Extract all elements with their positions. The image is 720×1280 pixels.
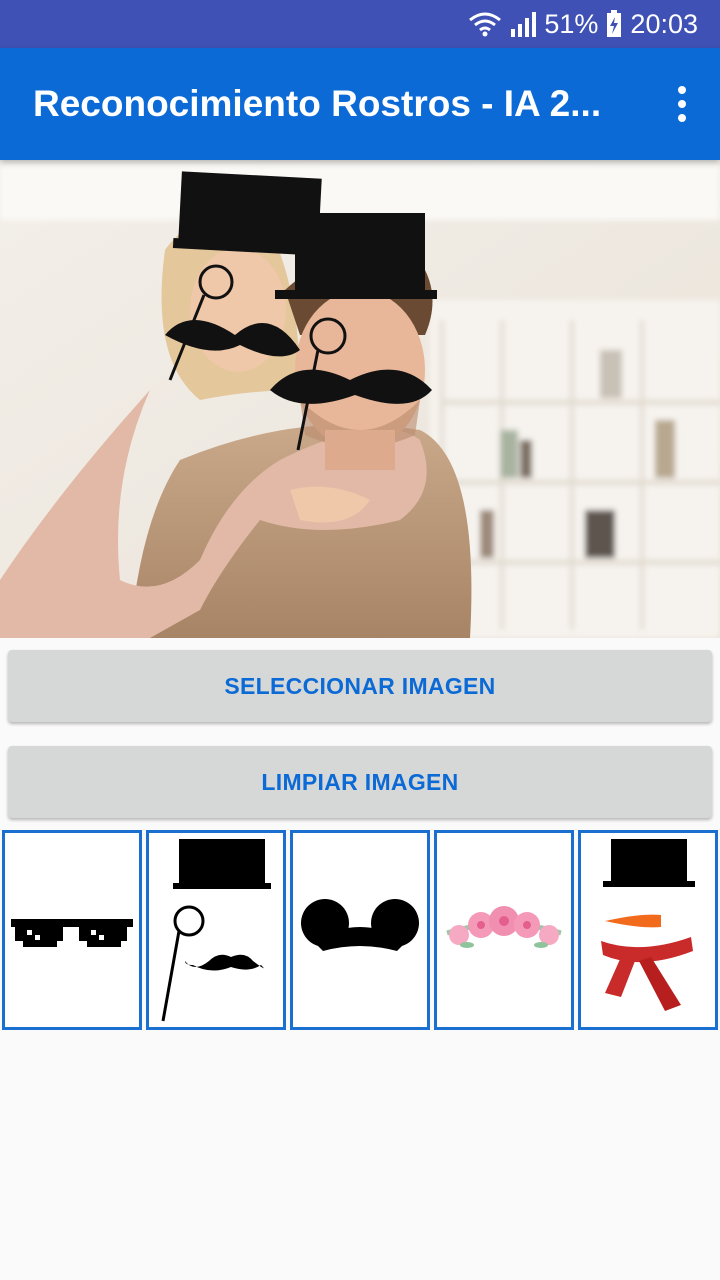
clock: 20:03 <box>630 8 698 39</box>
select-image-button[interactable]: SELECCIONAR IMAGEN <box>8 650 712 722</box>
wifi-icon <box>469 12 502 37</box>
filter-list <box>2 830 718 1030</box>
pixel-sunglasses-icon <box>11 919 133 947</box>
flower-crown-icon <box>446 906 562 948</box>
filter-mouse-ears[interactable] <box>290 830 430 1030</box>
filter-gentleman[interactable] <box>146 830 286 1030</box>
app-title: Reconocimiento Rostros - IA 2... <box>33 83 602 124</box>
battery-charging-icon <box>607 10 622 37</box>
status-bar: 51% 20:03 <box>0 0 720 48</box>
battery-percent: 51% <box>544 8 599 39</box>
app-bar: Reconocimiento Rostros - IA 2... <box>0 48 720 160</box>
filter-snowman[interactable] <box>578 830 718 1030</box>
preview-image <box>0 160 720 638</box>
more-vert-icon[interactable] <box>676 86 688 122</box>
filter-sunglasses[interactable] <box>2 830 142 1030</box>
mouse-ears-icon <box>301 899 419 951</box>
clear-image-button[interactable]: LIMPIAR IMAGEN <box>8 746 712 818</box>
signal-icon <box>511 12 537 37</box>
top-hat-monocle-mustache-icon <box>161 839 271 1022</box>
filter-flower-crown[interactable] <box>434 830 574 1030</box>
snowman-hat-nose-scarf-icon <box>601 839 695 1011</box>
